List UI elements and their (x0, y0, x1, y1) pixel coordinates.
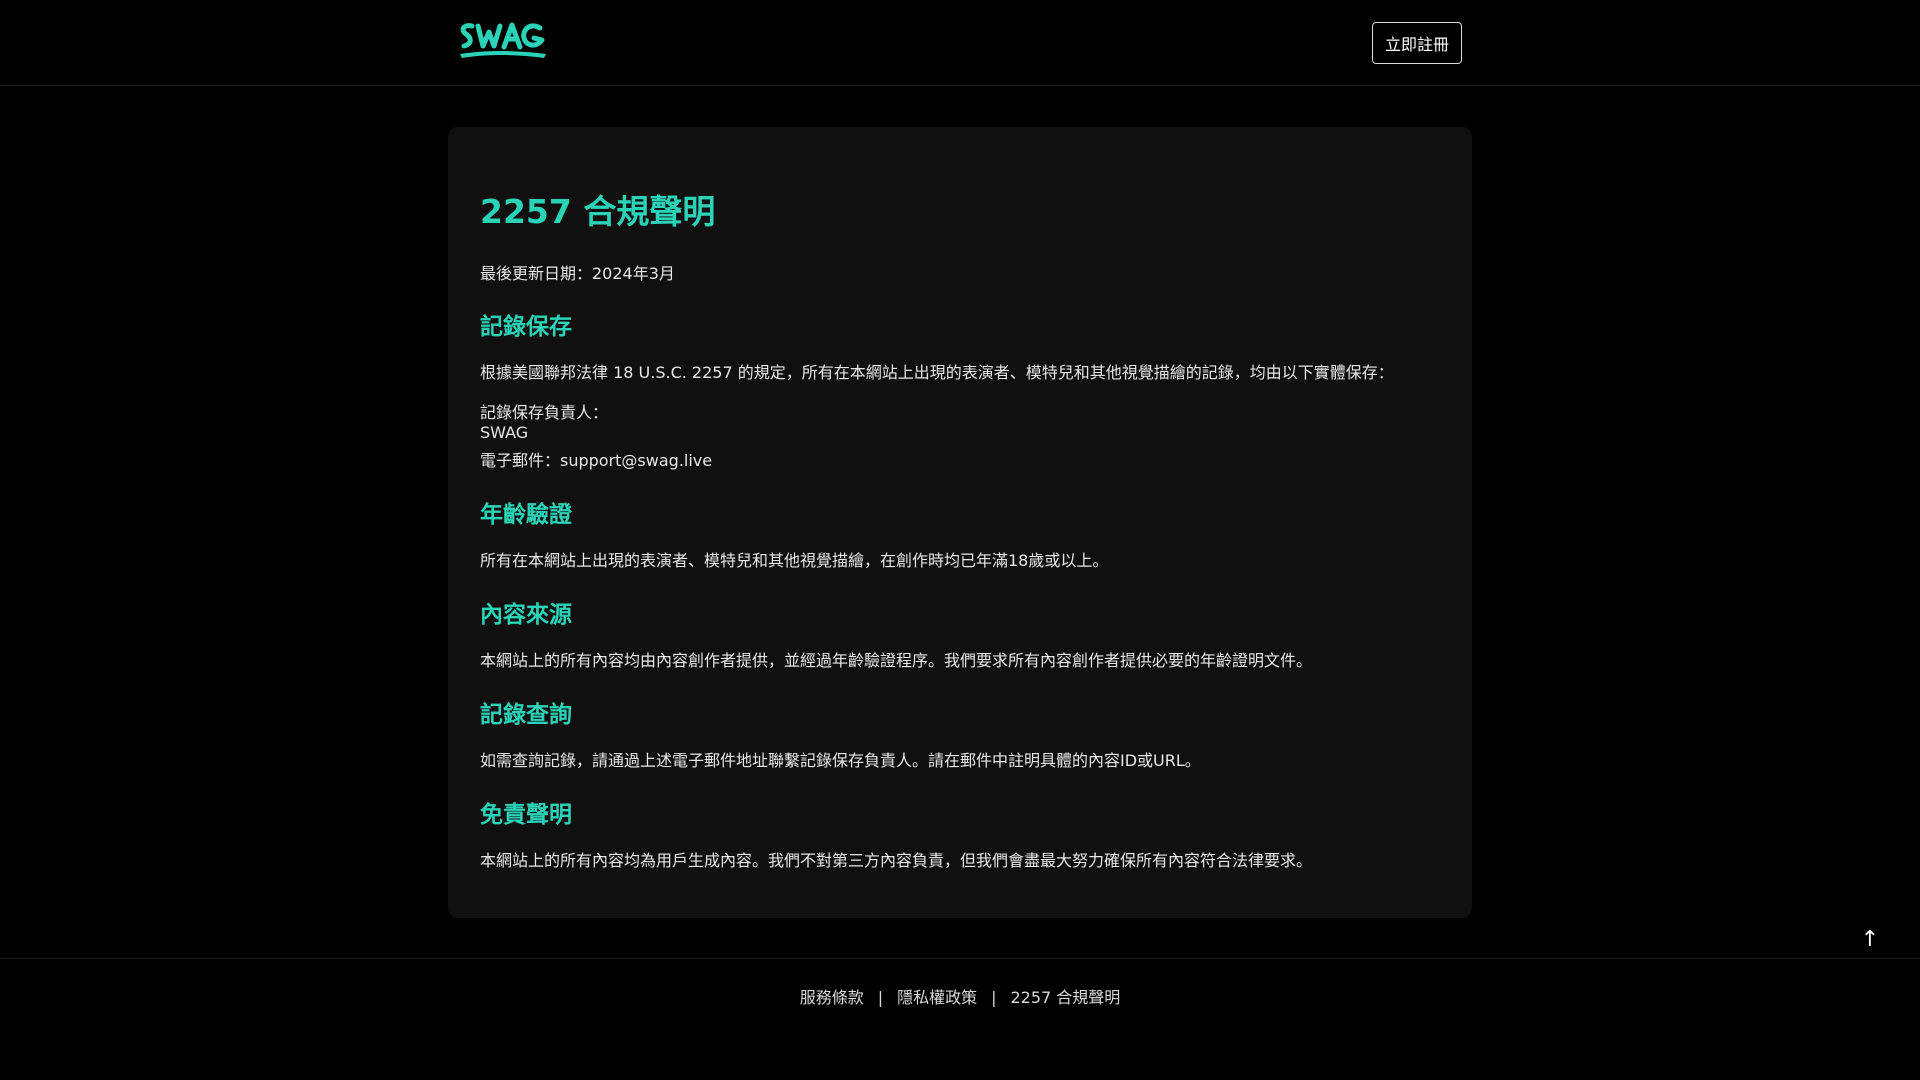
last-updated: 最後更新日期：2024年3月 (480, 264, 675, 283)
compliance-card: 2257 合規聲明 最後更新日期：2024年3月 記錄保存 根據美國聯邦法律 1… (448, 127, 1472, 918)
page-footer: 服務條款 | 隱私權政策 | 2257 合規聲明 (0, 958, 1920, 1080)
custodian-email[interactable]: 電子郵件：support@swag.live (480, 447, 712, 471)
section-title-age-verification: 年齡驗證 (480, 502, 572, 528)
footer-link-terms[interactable]: 服務條款 (800, 988, 864, 1007)
custodian-name: SWAG (480, 423, 529, 442)
section-title-content-source: 內容來源 (480, 602, 572, 628)
section-text-content-source: 本網站上的所有內容均由內容創作者提供，並經過年齡驗證程序。我們要求所有內容創作者… (480, 651, 1313, 670)
footer-link-privacy[interactable]: 隱私權政策 (897, 988, 977, 1007)
section-title-record-inquiry: 記錄查詢 (480, 702, 572, 728)
section-text-record-inquiry: 如需查詢記錄，請通過上述電子郵件地址聯繫記錄保存負責人。請在郵件中註明具體的內容… (480, 751, 1201, 770)
custodian-label: 記錄保存負責人： (480, 403, 609, 422)
page-title: 2257 合規聲明 (480, 192, 716, 231)
section-text-disclaimer: 本網站上的所有內容均為用戶生成內容。我們不對第三方內容負責，但我們會盡最大努力確… (480, 851, 1313, 870)
footer-link-2257[interactable]: 2257 合規聲明 (1011, 988, 1121, 1007)
swag-logo[interactable] (456, 16, 552, 62)
section-title-record-keeping: 記錄保存 (480, 314, 572, 340)
section-text-record-keeping: 根據美國聯邦法律 18 U.S.C. 2257 的規定，所有在本網站上出現的表演… (480, 363, 1394, 382)
back-to-top-icon[interactable]: ↑ (1858, 922, 1882, 956)
section-text-age-verification: 所有在本網站上出現的表演者、模特兒和其他視覺描繪，在創作時均已年滿18歲或以上。 (480, 551, 1109, 570)
section-title-disclaimer: 免責聲明 (480, 802, 572, 828)
register-button[interactable]: 立即註冊 (1372, 22, 1462, 64)
footer-links: 服務條款 | 隱私權政策 | 2257 合規聲明 (0, 984, 1920, 1008)
footer-separator: | (991, 988, 997, 1007)
footer-separator: | (877, 988, 884, 1007)
top-header: 立即註冊 (0, 0, 1920, 86)
